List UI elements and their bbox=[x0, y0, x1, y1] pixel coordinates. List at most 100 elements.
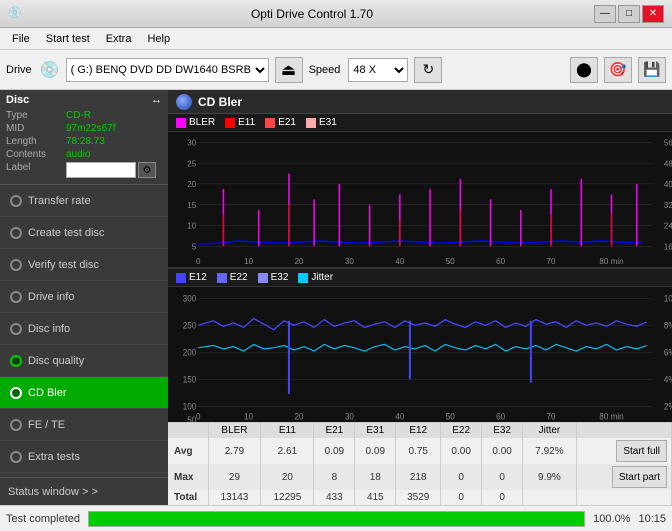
nav-disc-info[interactable]: Disc info bbox=[0, 313, 168, 345]
stats-max-label: Max bbox=[168, 464, 208, 490]
svg-text:6%: 6% bbox=[664, 347, 672, 358]
stats-total-bler: 13143 bbox=[208, 490, 261, 505]
status-text: Test completed bbox=[6, 513, 80, 525]
menu-file[interactable]: File bbox=[4, 31, 38, 47]
disc-arrow[interactable]: ↔ bbox=[151, 94, 162, 106]
svg-text:24 X: 24 X bbox=[664, 221, 672, 230]
nav-icon-extra-tests bbox=[10, 451, 22, 463]
stats-col-e32: E32 bbox=[482, 423, 523, 438]
stats-avg-e12: 0.75 bbox=[396, 438, 441, 464]
nav-label-extra-tests: Extra tests bbox=[28, 451, 80, 463]
svg-text:40: 40 bbox=[395, 257, 404, 266]
stats-table: BLER E11 E21 E31 E12 E22 E32 Jitter Avg bbox=[168, 423, 672, 505]
nav-verify-test-disc[interactable]: Verify test disc bbox=[0, 249, 168, 281]
menu-help[interactable]: Help bbox=[139, 31, 178, 47]
chart-title: CD Bler bbox=[198, 95, 242, 109]
stats-row-total: Total 13143 12295 433 415 3529 0 0 bbox=[168, 490, 672, 505]
menu-extra[interactable]: Extra bbox=[98, 31, 140, 47]
legend-e32-label: E32 bbox=[271, 272, 289, 283]
svg-text:32 X: 32 X bbox=[664, 201, 672, 210]
stats-max-e11: 20 bbox=[261, 464, 314, 490]
progress-bar-fill bbox=[89, 512, 584, 526]
start-part-button[interactable]: Start part bbox=[612, 466, 667, 488]
nav-fe-te[interactable]: FE / TE bbox=[0, 409, 168, 441]
progress-bar-container bbox=[88, 511, 585, 527]
drive-icon: 💿 bbox=[40, 60, 60, 80]
legend-e32-color bbox=[258, 273, 268, 283]
stats-max-e22: 0 bbox=[441, 464, 482, 490]
disc-label-settings-button[interactable]: ⚙ bbox=[138, 162, 156, 178]
legend-e31: E31 bbox=[306, 117, 337, 128]
start-full-button[interactable]: Start full bbox=[616, 440, 667, 462]
time-label: 10:15 bbox=[638, 513, 666, 525]
svg-text:250: 250 bbox=[183, 320, 197, 331]
stats-col-e22: E22 bbox=[441, 423, 482, 438]
nav-extra-tests[interactable]: Extra tests bbox=[0, 441, 168, 473]
tool-btn-2[interactable]: 🎯 bbox=[604, 57, 632, 83]
legend-e12-label: E12 bbox=[189, 272, 207, 283]
disc-title: Disc bbox=[6, 94, 29, 106]
stats-avg-label: Avg bbox=[168, 438, 208, 464]
drive-select[interactable]: ( G:) BENQ DVD DD DW1640 BSRB bbox=[66, 58, 269, 82]
legend-e11: E11 bbox=[225, 117, 255, 128]
stats-avg-e32: 0.00 bbox=[482, 438, 523, 464]
svg-text:0: 0 bbox=[196, 411, 201, 422]
minimize-button[interactable]: — bbox=[594, 5, 616, 23]
status-window-button[interactable]: Status window > > bbox=[0, 477, 168, 505]
stats-row-avg: Avg 2.79 2.61 0.09 0.09 0.75 0.00 0.00 7… bbox=[168, 438, 672, 464]
stats-total-label: Total bbox=[168, 490, 208, 505]
save-button[interactable]: 💾 bbox=[638, 57, 666, 83]
disc-label-input[interactable] bbox=[66, 162, 136, 178]
stats-max-e12: 218 bbox=[396, 464, 441, 490]
stats-avg-e21: 0.09 bbox=[314, 438, 355, 464]
stats-total-e22: 0 bbox=[441, 490, 482, 505]
disc-contents-row: Contents audio bbox=[6, 149, 162, 160]
svg-text:50: 50 bbox=[446, 411, 455, 422]
nav-cd-bler[interactable]: CD Bler bbox=[0, 377, 168, 409]
stats-avg-e11: 2.61 bbox=[261, 438, 314, 464]
legend-jitter: Jitter bbox=[298, 272, 333, 283]
legend-e11-label: E11 bbox=[238, 117, 255, 128]
svg-text:40 X: 40 X bbox=[664, 180, 672, 189]
legend-e21-label: E21 bbox=[278, 117, 296, 128]
legend-e11-color bbox=[225, 118, 235, 128]
svg-text:15: 15 bbox=[187, 201, 196, 210]
stats-max-e21: 8 bbox=[314, 464, 355, 490]
legend-e32: E32 bbox=[258, 272, 289, 283]
svg-text:56 X: 56 X bbox=[664, 138, 672, 147]
nav-drive-info[interactable]: Drive info bbox=[0, 281, 168, 313]
disc-type-value: CD-R bbox=[66, 110, 91, 121]
maximize-button[interactable]: □ bbox=[618, 5, 640, 23]
speed-select[interactable]: 48 X Max 4X 8X 16X bbox=[348, 58, 408, 82]
stats-total-e21: 433 bbox=[314, 490, 355, 505]
disc-mid-row: MID 97m22s67f bbox=[6, 123, 162, 134]
legend-bler-color bbox=[176, 118, 186, 128]
svg-text:80 min: 80 min bbox=[599, 411, 623, 422]
nav-icon-disc-info bbox=[10, 323, 22, 335]
svg-text:60: 60 bbox=[496, 257, 505, 266]
nav-label-verify-test-disc: Verify test disc bbox=[28, 259, 99, 271]
svg-text:0: 0 bbox=[196, 257, 201, 266]
tool-btn-1[interactable]: ⬤ bbox=[570, 57, 598, 83]
close-button[interactable]: ✕ bbox=[642, 5, 664, 23]
svg-text:60: 60 bbox=[496, 411, 505, 422]
eject-button[interactable]: ⏏ bbox=[275, 57, 303, 83]
nav-disc-quality[interactable]: Disc quality bbox=[0, 345, 168, 377]
app-icon: 💿 bbox=[8, 6, 24, 22]
menu-start-test[interactable]: Start test bbox=[38, 31, 98, 47]
progress-label: 100.0% bbox=[593, 513, 630, 525]
stats-col-e11: E11 bbox=[261, 423, 314, 438]
svg-text:20: 20 bbox=[295, 257, 304, 266]
stats-avg-bler: 2.79 bbox=[208, 438, 261, 464]
legend-top: BLER E11 E21 E31 bbox=[168, 114, 672, 132]
bottom-chart-svg: 300 250 200 150 100 10% 8% 6% 4% 2% 0 10… bbox=[168, 287, 672, 422]
svg-text:5: 5 bbox=[192, 242, 197, 251]
nav-icon-disc-quality bbox=[10, 355, 22, 367]
nav-transfer-rate[interactable]: Transfer rate bbox=[0, 185, 168, 217]
stats-col-label bbox=[168, 423, 208, 438]
refresh-button[interactable]: ↻ bbox=[414, 57, 442, 83]
nav-create-test-disc[interactable]: Create test disc bbox=[0, 217, 168, 249]
nav-icon-create-test-disc bbox=[10, 227, 22, 239]
content-area: CD Bler BLER E11 E21 E3 bbox=[168, 90, 672, 505]
status-bar: Test completed 100.0% 10:15 bbox=[0, 505, 672, 531]
